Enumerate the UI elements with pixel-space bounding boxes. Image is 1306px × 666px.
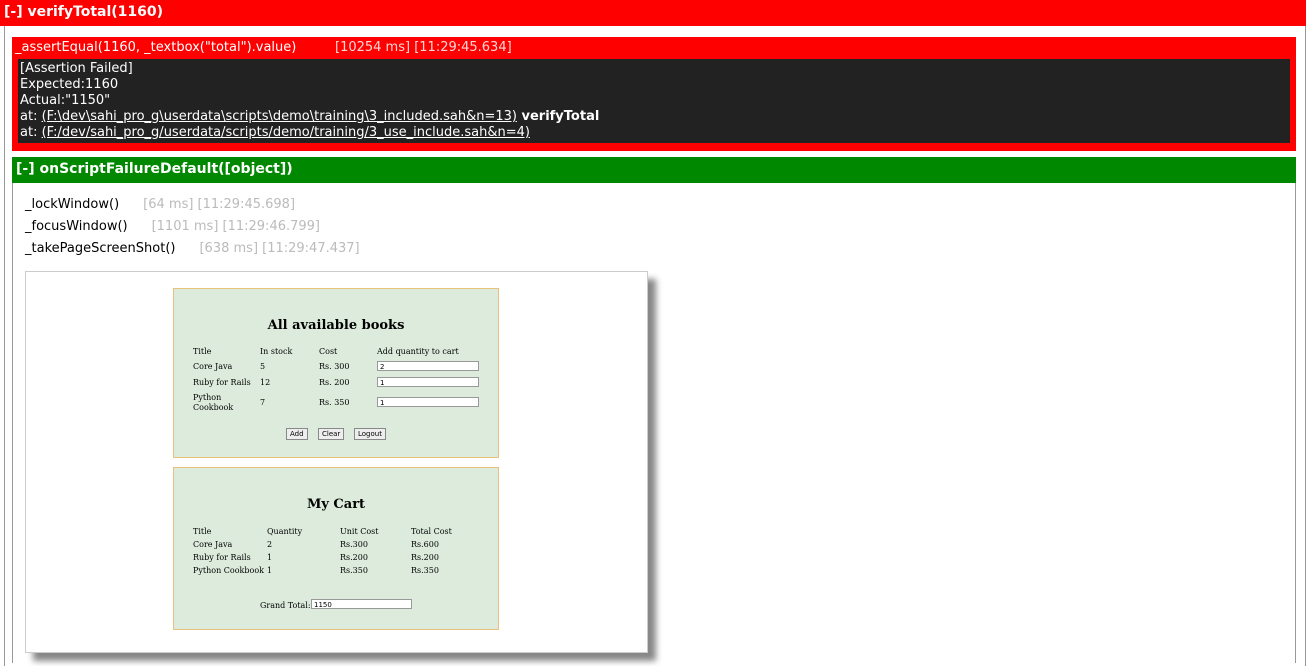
step-timing: [64 ms] [11:29:45.698] <box>143 197 296 212</box>
assertion-command: _assertEqual(1160, _textbox("total").val… <box>15 40 297 55</box>
cart-panel: My Cart Title Quantity Unit Cost Total C… <box>173 467 499 630</box>
books-header-qty: Add quantity to cart <box>377 347 459 356</box>
assertion-actual: Actual:"1150" <box>20 93 111 108</box>
add-button[interactable]: Add <box>286 428 308 440</box>
cart-header-unit: Unit Cost <box>340 527 379 536</box>
book-cost: Rs. 200 <box>319 378 350 387</box>
cart-item-unit: Rs.300 <box>340 540 368 549</box>
cart-item-title: Python Cookbook <box>193 566 264 575</box>
assertion-block: _assertEqual(1160, _textbox("total").val… <box>12 37 1296 151</box>
cart-item-title: Core Java <box>193 540 233 549</box>
step-take-screenshot: _takePageScreenShot() [638 ms] [11:29:47.… <box>25 241 360 256</box>
cart-item-total: Rs.600 <box>411 540 439 549</box>
assertion-details: [Assertion Failed] Expected:1160 Actual:… <box>18 59 1290 143</box>
cart-item-total: Rs.200 <box>411 553 439 562</box>
assertion-status: [Assertion Failed] <box>20 61 133 76</box>
group-header[interactable]: [-] onScriptFailureDefault([object]) <box>12 157 1296 183</box>
book-cost: Rs. 300 <box>319 362 350 371</box>
logout-button[interactable]: Logout <box>354 428 386 440</box>
assertion-timing: [10254 ms] [11:29:45.634] <box>335 40 512 55</box>
grand-total-label: Grand Total: <box>260 601 311 610</box>
step-lock-window: _lockWindow() [64 ms] [11:29:45.698] <box>25 197 295 212</box>
cart-header-title: Title <box>193 527 212 536</box>
book-qty-input[interactable]: 2 <box>377 361 479 371</box>
group-title[interactable]: [-] onScriptFailureDefault([object]) <box>16 161 293 177</box>
book-title: Python Cookbook <box>193 393 234 412</box>
step-title[interactable]: [-] verifyTotal(1160) <box>4 4 163 20</box>
book-title: Core Java <box>193 362 233 371</box>
books-header-stock: In stock <box>260 347 293 356</box>
at-prefix: at: <box>20 109 42 124</box>
step-timing: [1101 ms] [11:29:46.799] <box>151 219 320 234</box>
cart-item-unit: Rs.200 <box>340 553 368 562</box>
step-header[interactable]: [-] verifyTotal(1160) <box>0 0 1306 26</box>
stack-line-2: at: (F:/dev/sahi_pro_g/userdata/scripts/… <box>20 125 1288 141</box>
cart-item-qty: 1 <box>267 566 273 575</box>
book-qty-input[interactable]: 1 <box>377 377 479 387</box>
cart-title: My Cart <box>306 497 366 512</box>
books-button-row: Add Clear Logout <box>286 428 396 440</box>
books-panel: All available books Title In stock Cost … <box>173 288 499 458</box>
cart-header-total: Total Cost <box>411 527 452 536</box>
assertion-expected: Expected:1160 <box>20 77 119 92</box>
stack-link-1[interactable]: (F:\dev\sahi_pro_g\userdata\scripts\demo… <box>42 109 517 124</box>
stack-function: verifyTotal <box>516 109 600 124</box>
books-title: All available books <box>267 318 405 333</box>
book-title: Ruby for Rails <box>193 378 251 387</box>
stack-line-1: at: (F:\dev\sahi_pro_g\userdata\scripts\… <box>20 109 1288 125</box>
step-focus-window: _focusWindow() [1101 ms] [11:29:46.799] <box>25 219 320 234</box>
book-qty-input[interactable]: 1 <box>377 397 479 407</box>
step-command: _focusWindow() <box>25 219 128 234</box>
cart-item-unit: Rs.350 <box>340 566 368 575</box>
at-prefix: at: <box>20 125 42 140</box>
clear-button[interactable]: Clear <box>318 428 345 440</box>
step-command: _lockWindow() <box>25 197 120 212</box>
step-command: _takePageScreenShot() <box>25 241 176 256</box>
books-header-cost: Cost <box>319 347 338 356</box>
cart-item-qty: 1 <box>267 553 273 562</box>
stack-link-2[interactable]: (F:/dev/sahi_pro_g/userdata/scripts/demo… <box>42 125 530 140</box>
cart-item-qty: 2 <box>267 540 273 549</box>
book-stock: 12 <box>260 378 271 387</box>
page-screenshot: All available books Title In stock Cost … <box>25 271 648 653</box>
cart-item-title: Ruby for Rails <box>193 553 251 562</box>
step-timing: [638 ms] [11:29:47.437] <box>199 241 360 256</box>
book-cost: Rs. 350 <box>319 398 350 407</box>
book-stock: 7 <box>260 398 266 407</box>
cart-header-qty: Quantity <box>267 527 303 536</box>
books-header-title: Title <box>193 347 212 356</box>
cart-item-total: Rs.350 <box>411 566 439 575</box>
book-stock: 5 <box>260 362 266 371</box>
grand-total-input[interactable]: 1150 <box>311 599 412 609</box>
